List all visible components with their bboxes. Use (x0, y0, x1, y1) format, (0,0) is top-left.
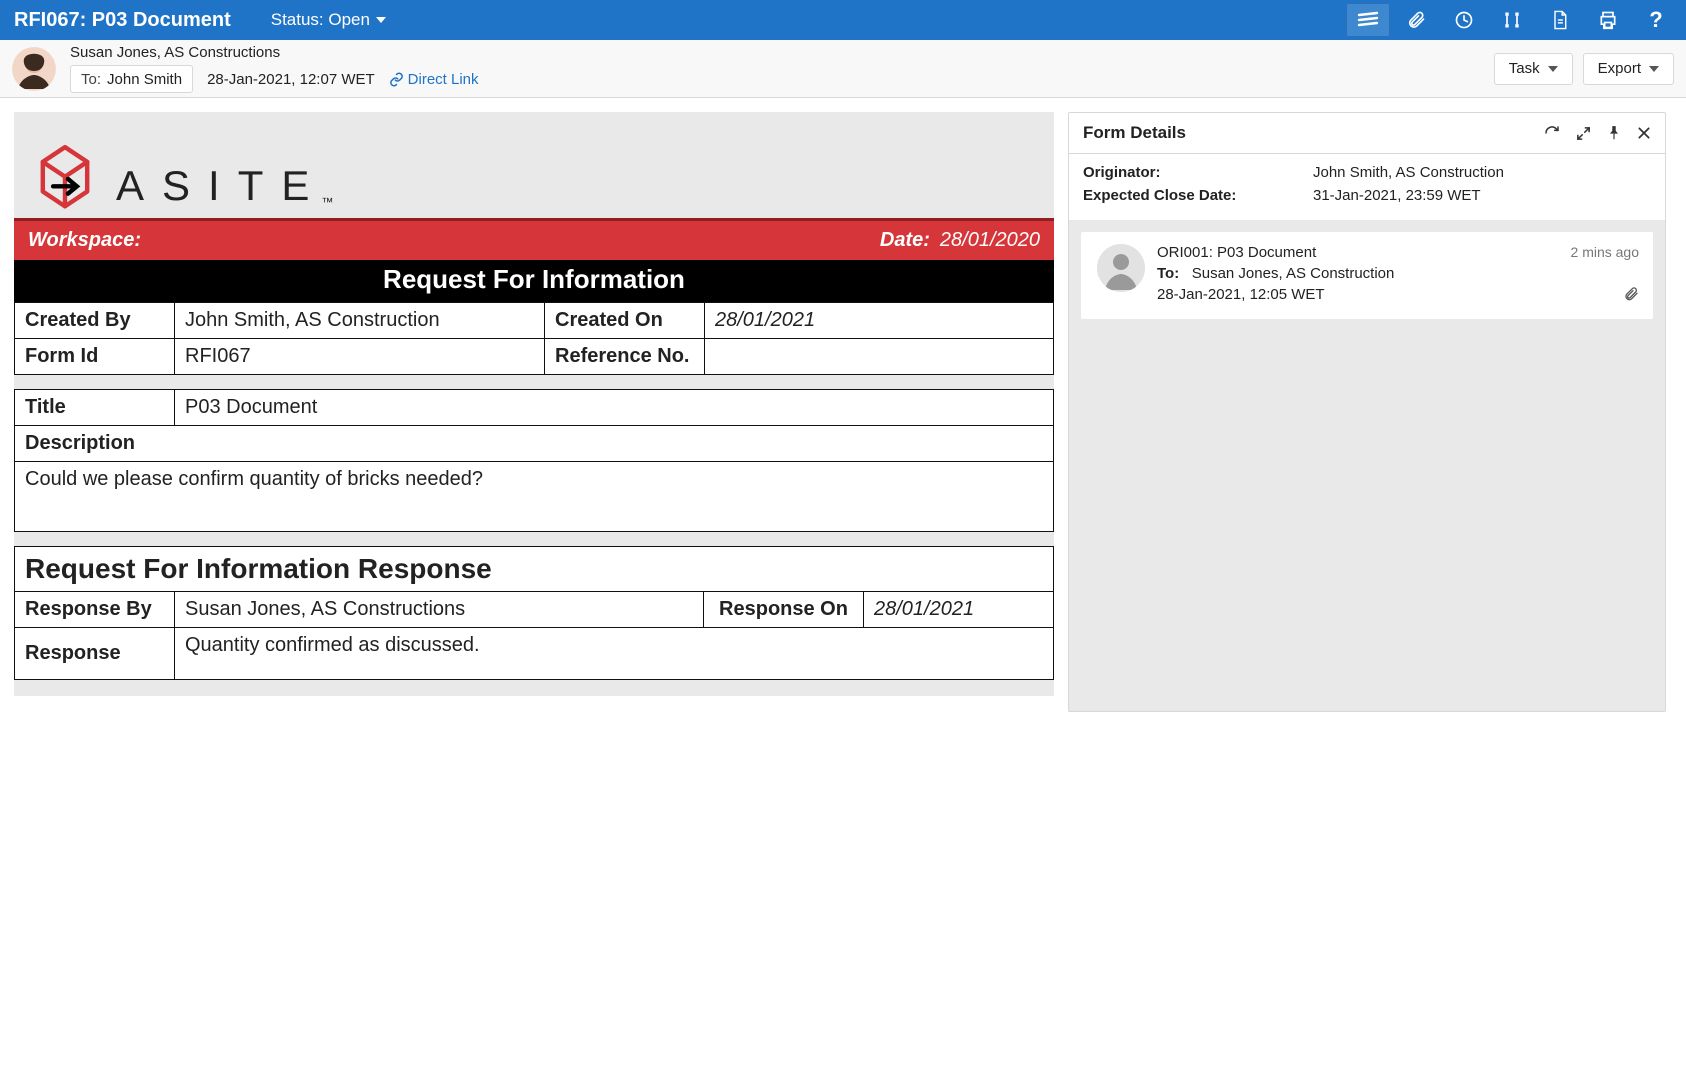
title-value: P03 Document (175, 390, 1054, 426)
created-on-label: Created On (545, 303, 705, 339)
document-icon[interactable] (1538, 3, 1582, 37)
attachment-icon[interactable] (1623, 286, 1639, 307)
to-chip[interactable]: To: John Smith (70, 65, 193, 93)
response-section-title: Request For Information Response (15, 547, 1054, 592)
expected-close-value: 31-Jan-2021, 23:59 WET (1313, 187, 1481, 204)
form-id-label: Form Id (15, 339, 175, 375)
direct-link[interactable]: Direct Link (389, 71, 479, 88)
thread-card[interactable]: ORI001: P03 Document To: Susan Jones, AS… (1081, 232, 1653, 319)
response-on-label: Response On (704, 592, 864, 628)
table-row: Title P03 Document (15, 390, 1054, 426)
to-label: To: (81, 71, 101, 88)
form-id-value: RFI067 (175, 339, 545, 375)
layout-icon[interactable] (1346, 3, 1390, 37)
chevron-down-icon (1548, 66, 1558, 72)
created-by-value: John Smith, AS Construction (175, 303, 545, 339)
chevron-down-icon (1649, 66, 1659, 72)
expand-icon[interactable] (1576, 125, 1591, 141)
form-details-panel: Form Details Originator: John Smith, (1068, 112, 1666, 712)
brand-logo-strip: ASITE™ (14, 128, 1054, 218)
direct-link-label: Direct Link (408, 71, 479, 88)
thread-to-label: To: (1157, 265, 1179, 282)
thread-avatar (1097, 244, 1145, 292)
workspace-label: Workspace: (28, 229, 141, 252)
table-row: Created By John Smith, AS Construction C… (15, 303, 1054, 339)
export-button[interactable]: Export (1583, 53, 1674, 85)
form-info-table: Created By John Smith, AS Construction C… (14, 302, 1054, 375)
brand-logo-icon (28, 136, 102, 210)
history-icon[interactable] (1442, 3, 1486, 37)
thread-to-value: Susan Jones, AS Construction (1192, 265, 1395, 282)
reference-no-label: Reference No. (545, 339, 705, 375)
section-title: Request For Information (14, 260, 1054, 302)
task-button-label: Task (1509, 60, 1540, 77)
form-response-table: Request For Information Response Respons… (14, 546, 1054, 680)
author-name: Susan Jones, AS Constructions (70, 44, 479, 61)
originator-label: Originator: (1083, 164, 1313, 181)
response-label: Response (15, 628, 175, 680)
workspace-date-label: Date: (880, 229, 930, 252)
created-on-value: 28/01/2021 (705, 303, 1054, 339)
thread-age: 2 mins ago (1571, 244, 1639, 260)
close-icon[interactable] (1637, 125, 1651, 141)
network-icon[interactable] (1490, 3, 1534, 37)
attachment-icon[interactable] (1394, 3, 1438, 37)
details-panel-title: Form Details (1083, 123, 1186, 143)
sent-timestamp: 28-Jan-2021, 12:07 WET (207, 71, 375, 88)
table-row: Description (15, 426, 1054, 462)
response-on-value: 28/01/2021 (864, 592, 1054, 628)
form-canvas: ASITE™ Workspace: Date: 28/01/2020 Reque… (14, 112, 1054, 696)
workspace-date-value: 28/01/2020 (940, 229, 1040, 252)
reference-no-value (705, 339, 1054, 375)
description-value: Could we please confirm quantity of bric… (15, 462, 1054, 532)
status-dropdown[interactable]: Status: Open (271, 10, 386, 30)
response-value: Quantity confirmed as discussed. (175, 628, 1054, 680)
task-button[interactable]: Task (1494, 53, 1573, 85)
print-icon[interactable] (1586, 3, 1630, 37)
author-avatar (12, 47, 56, 91)
refresh-icon[interactable] (1544, 125, 1560, 141)
created-by-label: Created By (15, 303, 175, 339)
help-icon[interactable]: ? (1634, 3, 1678, 37)
form-title-table: Title P03 Document Description Could we … (14, 389, 1054, 532)
response-by-value: Susan Jones, AS Constructions (175, 592, 704, 628)
thread-timestamp: 28-Jan-2021, 12:05 WET (1157, 286, 1637, 303)
status-label: Status: Open (271, 10, 370, 30)
thread-title: ORI001: P03 Document (1157, 244, 1637, 261)
brand-logo-text: ASITE™ (116, 162, 333, 210)
title-label: Title (15, 390, 175, 426)
page-title: RFI067: P03 Document (8, 9, 231, 32)
table-row: Response Quantity confirmed as discussed… (15, 628, 1054, 680)
originator-value: John Smith, AS Construction (1313, 164, 1504, 181)
table-row: Could we please confirm quantity of bric… (15, 462, 1054, 532)
chevron-down-icon (376, 17, 386, 23)
table-row: Response By Susan Jones, AS Construction… (15, 592, 1054, 628)
pin-icon[interactable] (1607, 125, 1621, 141)
expected-close-label: Expected Close Date: (1083, 187, 1313, 204)
description-label: Description (15, 426, 1054, 462)
table-row: Request For Information Response (15, 547, 1054, 592)
export-button-label: Export (1598, 60, 1641, 77)
response-by-label: Response By (15, 592, 175, 628)
table-row: Form Id RFI067 Reference No. (15, 339, 1054, 375)
to-value: John Smith (107, 71, 182, 88)
